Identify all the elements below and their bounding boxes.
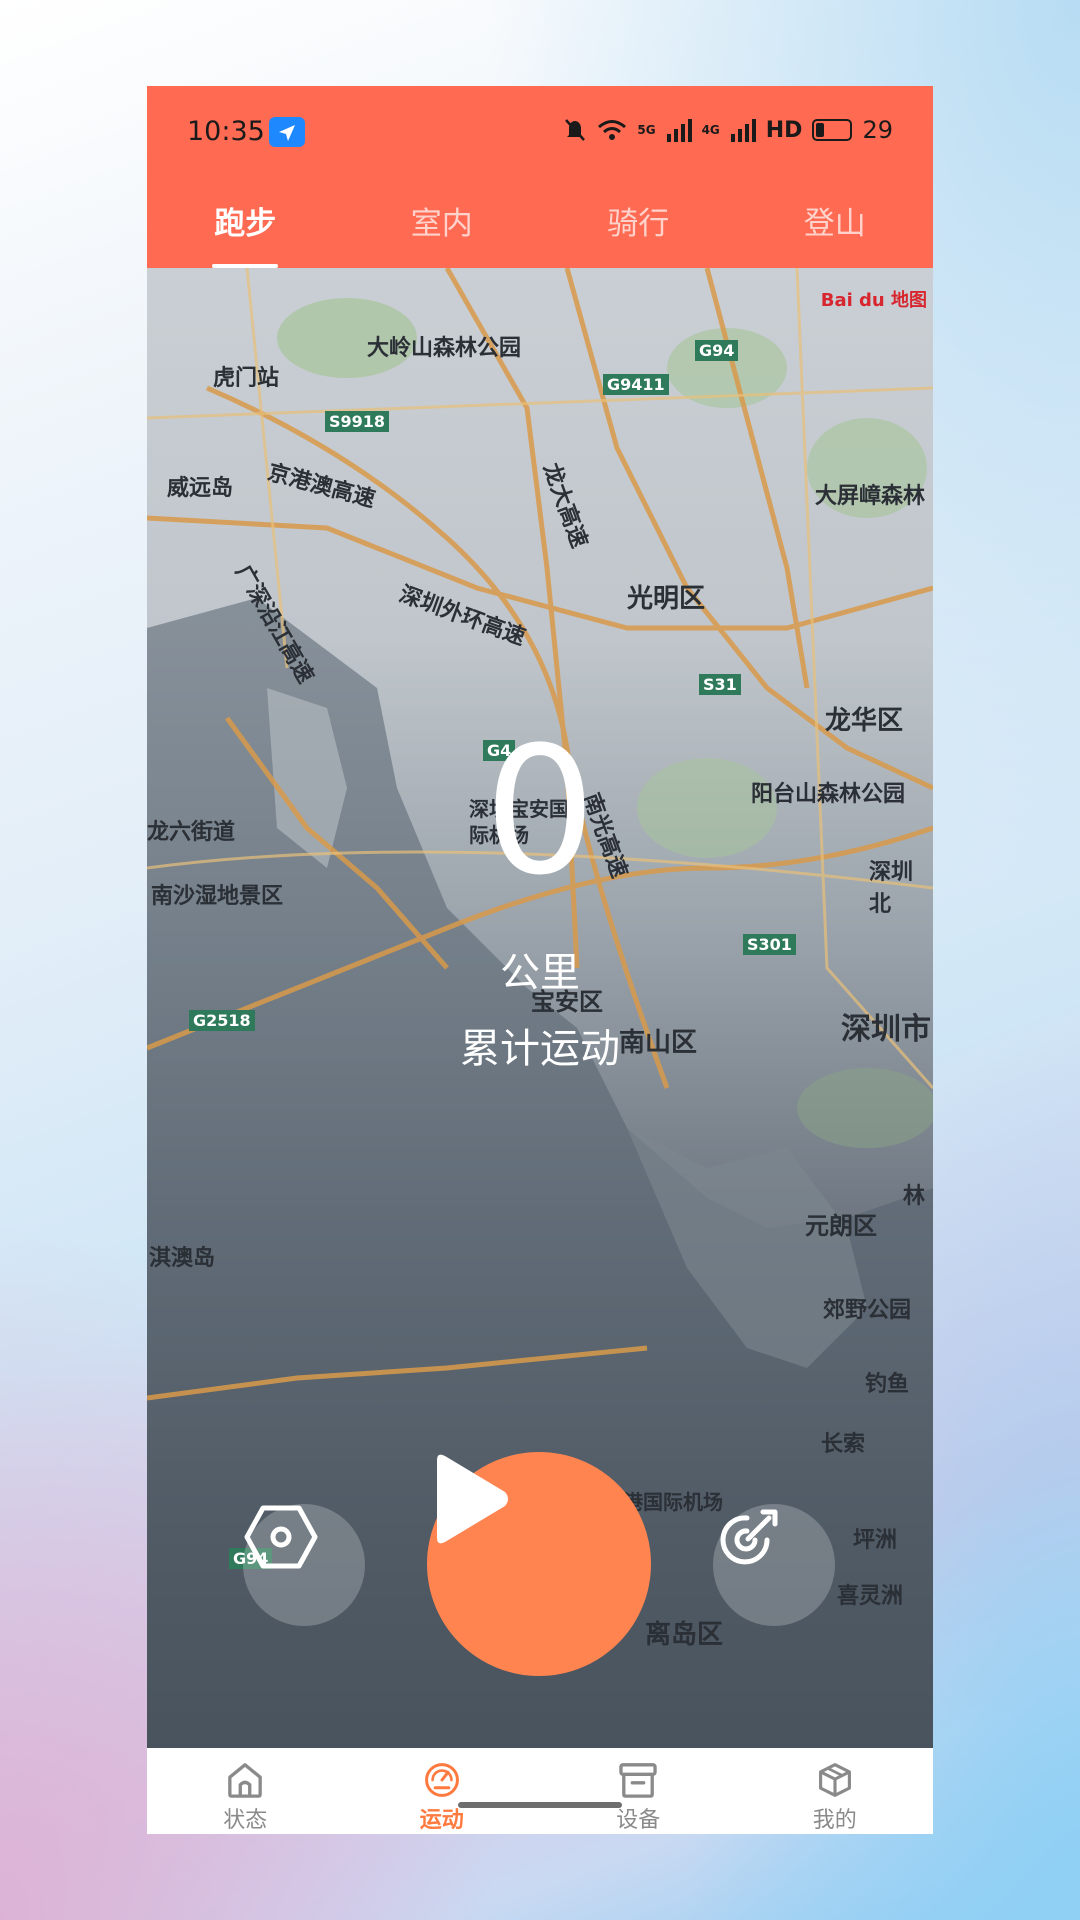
target-button[interactable] — [713, 1504, 835, 1626]
nav-label: 运动 — [419, 1808, 464, 1833]
map-view[interactable]: Bai du 地图 大岭山森林公园 虎门站 S9918 G9411 G94 威远… — [147, 268, 933, 1748]
location-arrow-icon — [269, 117, 305, 147]
signal-4g-label: 4G — [701, 123, 720, 137]
nav-item-mine[interactable]: 我的 — [737, 1748, 934, 1834]
map-label: 郊野公园 — [823, 1298, 912, 1323]
map-label: 威远岛 — [167, 476, 234, 501]
target-icon — [720, 1509, 778, 1565]
home-indicator[interactable] — [458, 1802, 622, 1808]
nav-label: 状态 — [223, 1808, 268, 1833]
tab-running[interactable]: 跑步 — [147, 198, 344, 268]
map-label: S31 — [699, 674, 741, 695]
nav-label: 我的 — [812, 1808, 857, 1833]
tab-hiking[interactable]: 登山 — [737, 198, 934, 268]
status-bar: 10:35 5G 4G HD 29 — [147, 86, 933, 178]
mute-bell-icon — [565, 119, 586, 141]
signal-icon — [666, 119, 692, 142]
app-header: 10:35 5G 4G HD 29 跑步 室内 骑行 登山 — [147, 86, 933, 268]
map-label: 长索 — [821, 1432, 866, 1457]
map-label: 钓鱼 — [865, 1372, 910, 1397]
play-icon — [437, 1454, 508, 1544]
map-label: S9918 — [325, 411, 390, 432]
map-label: 虎门站 — [213, 366, 280, 391]
distance-value: 0 — [484, 709, 596, 914]
baidu-map-logo: Bai du 地图 — [820, 290, 927, 311]
start-button[interactable] — [427, 1452, 651, 1676]
archive-box-icon — [619, 1763, 657, 1798]
map-label: G9411 — [603, 374, 669, 395]
hexagon-settings-icon — [244, 1505, 318, 1569]
tab-cycling[interactable]: 骑行 — [540, 198, 737, 268]
wifi-icon — [598, 120, 627, 140]
map-label: 喜灵洲 — [837, 1584, 904, 1609]
map-label: 坪洲 — [853, 1528, 898, 1553]
map-label: 林 — [903, 1184, 926, 1209]
nav-label: 设备 — [616, 1808, 661, 1833]
home-icon — [228, 1763, 263, 1798]
battery-level: 29 — [862, 116, 893, 144]
map-label: G94 — [695, 340, 739, 361]
signal-icon — [730, 119, 756, 142]
map-label: 淇澳岛 — [149, 1246, 216, 1271]
map-label: 大屏嶂森林 — [815, 484, 926, 509]
status-icons: 5G 4G HD 29 — [563, 116, 893, 144]
cube-icon — [818, 1763, 851, 1797]
nav-item-status[interactable]: 状态 — [147, 1748, 344, 1834]
bottom-nav: 状态 运动 设备 我的 — [147, 1748, 933, 1834]
battery-icon — [812, 119, 853, 141]
distance-subtitle: 累计运动 — [460, 1026, 620, 1072]
status-time: 10:35 — [187, 116, 265, 147]
signal-5g-label: 5G — [637, 123, 656, 137]
nav-item-device[interactable]: 设备 — [540, 1748, 737, 1834]
map-label: 元朗区 — [805, 1212, 877, 1240]
sport-tabs: 跑步 室内 骑行 登山 — [147, 198, 933, 268]
speedometer-icon — [424, 1763, 459, 1797]
settings-button[interactable] — [243, 1504, 365, 1626]
map-label: 大岭山森林公园 — [367, 336, 522, 361]
tab-indoor[interactable]: 室内 — [344, 198, 541, 268]
hd-label: HD — [765, 117, 803, 143]
map-label: 离岛区 — [645, 1620, 724, 1650]
nav-item-sport[interactable]: 运动 — [344, 1748, 541, 1834]
phone-screen: 10:35 5G 4G HD 29 跑步 室内 骑行 登山 Bai du 地图 … — [147, 86, 933, 1834]
distance-unit: 公里 — [500, 950, 580, 996]
map-label: 光明区 — [627, 584, 706, 614]
